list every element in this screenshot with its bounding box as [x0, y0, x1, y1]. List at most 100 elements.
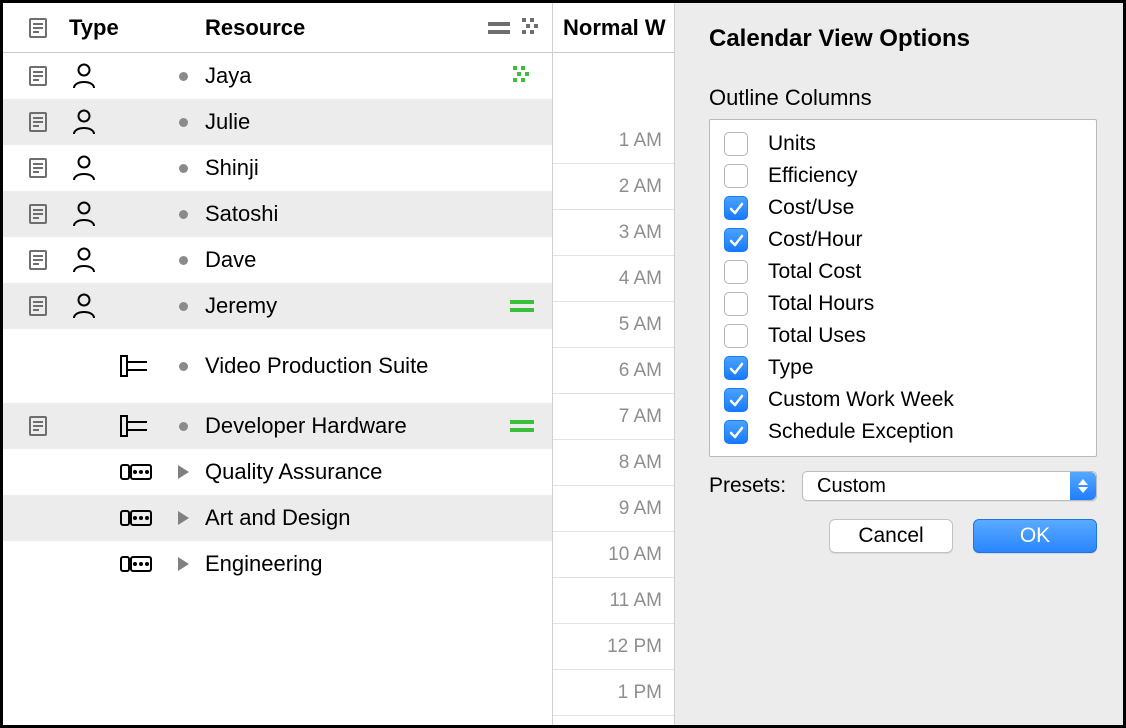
hour-label: 12 PM: [607, 636, 662, 658]
hour-label: 10 AM: [608, 544, 662, 566]
column-option[interactable]: Schedule Exception: [718, 416, 1088, 448]
hour-label: 11 AM: [610, 590, 662, 612]
checkbox[interactable]: [724, 292, 748, 316]
resource-name: Jaya: [205, 63, 502, 88]
hour-label: 6 AM: [619, 360, 662, 382]
column-option[interactable]: Total Hours: [718, 288, 1088, 320]
doc-column-icon[interactable]: [13, 17, 63, 39]
column-option[interactable]: Total Uses: [718, 320, 1088, 352]
resource-row[interactable]: Satoshi: [3, 191, 552, 237]
disclosure-icon[interactable]: [161, 465, 205, 479]
bullet-icon: [161, 118, 205, 127]
resource-row[interactable]: Video Production Suite: [3, 329, 552, 403]
person-icon: [63, 200, 161, 228]
resource-row[interactable]: Jaya: [3, 53, 552, 99]
hour-label: 4 AM: [619, 268, 662, 290]
doc-icon: [13, 249, 63, 271]
resource-name: Dave: [205, 247, 502, 272]
resource-row[interactable]: Engineering: [3, 541, 552, 587]
option-label: Custom Work Week: [768, 388, 954, 412]
app-frame: Type Resource Jaya Julie Shinji Satoshi Dave…: [0, 0, 1126, 728]
column-option[interactable]: Custom Work Week: [718, 384, 1088, 416]
type-column-header[interactable]: Type: [63, 15, 161, 41]
group-icon: [63, 552, 161, 576]
option-label: Cost/Hour: [768, 228, 863, 252]
column-option[interactable]: Efficiency: [718, 160, 1088, 192]
option-label: Units: [768, 132, 816, 156]
group-icon: [63, 460, 161, 484]
hash-icon[interactable]: [520, 18, 542, 38]
disclosure-icon[interactable]: [161, 511, 205, 525]
bullet-icon: [161, 422, 205, 431]
checkbox[interactable]: [724, 356, 748, 380]
outline-rows: Jaya Julie Shinji Satoshi Dave Jeremy Video Pr…: [3, 53, 552, 725]
checkbox[interactable]: [724, 132, 748, 156]
resource-row[interactable]: Art and Design: [3, 495, 552, 541]
doc-icon: [13, 65, 63, 87]
doc-icon: [13, 203, 63, 225]
column-option[interactable]: Type: [718, 352, 1088, 384]
resource-row[interactable]: Dave: [3, 237, 552, 283]
doc-icon: [13, 111, 63, 133]
ok-button-label: OK: [1020, 524, 1050, 548]
bullet-icon: [161, 362, 205, 371]
hour-label: 9 AM: [619, 498, 662, 520]
select-arrows-icon: [1070, 472, 1096, 500]
bars-green: [502, 299, 542, 313]
hash-green: [502, 66, 542, 86]
hour-label: 2 AM: [619, 176, 662, 198]
resource-row[interactable]: Shinji: [3, 145, 552, 191]
resource-name: Video Production Suite: [205, 353, 502, 378]
hour-label: 7 AM: [619, 406, 662, 428]
resource-name: Developer Hardware: [205, 413, 502, 438]
dialog-title: Calendar View Options: [709, 25, 1097, 53]
ok-button[interactable]: OK: [973, 519, 1097, 553]
bullet-icon: [161, 256, 205, 265]
presets-select[interactable]: Custom: [802, 471, 1097, 501]
column-option[interactable]: Total Cost: [718, 256, 1088, 288]
checkbox[interactable]: [724, 228, 748, 252]
person-icon: [63, 154, 161, 182]
bars-green: [502, 419, 542, 433]
resource-name: Jeremy: [205, 293, 502, 318]
resource-row[interactable]: Quality Assurance: [3, 449, 552, 495]
resource-column-header[interactable]: Resource: [161, 15, 460, 41]
resource-row[interactable]: Developer Hardware: [3, 403, 552, 449]
option-label: Total Cost: [768, 260, 861, 284]
disclosure-icon[interactable]: [161, 557, 205, 571]
presets-row: Presets: Custom: [709, 471, 1097, 501]
hour-label: 1 AM: [619, 130, 662, 152]
equipment-icon: [63, 354, 161, 378]
doc-icon: [13, 295, 63, 317]
column-option[interactable]: Units: [718, 128, 1088, 160]
hour-label: 8 AM: [619, 452, 662, 474]
hour-label: 5 AM: [619, 314, 662, 336]
resource-row[interactable]: Jeremy: [3, 283, 552, 329]
column-option[interactable]: Cost/Hour: [718, 224, 1088, 256]
checkbox[interactable]: [724, 388, 748, 412]
person-icon: [63, 62, 161, 90]
resource-name: Quality Assurance: [205, 459, 502, 484]
resource-name: Julie: [205, 109, 502, 134]
outline-header: Type Resource: [3, 3, 552, 53]
option-label: Schedule Exception: [768, 420, 954, 444]
checkbox[interactable]: [724, 164, 748, 188]
timeline-header[interactable]: Normal W: [553, 3, 674, 53]
bars-icon[interactable]: [488, 21, 510, 35]
outline-columns-label: Outline Columns: [709, 85, 1097, 111]
bullet-icon: [161, 164, 205, 173]
person-icon: [63, 246, 161, 274]
resource-name: Satoshi: [205, 201, 502, 226]
checkbox[interactable]: [724, 420, 748, 444]
checkbox[interactable]: [724, 324, 748, 348]
dialog-buttons: Cancel OK: [709, 519, 1097, 553]
cancel-button[interactable]: Cancel: [829, 519, 953, 553]
bullet-icon: [161, 210, 205, 219]
resource-name: Engineering: [205, 551, 502, 576]
checkbox[interactable]: [724, 196, 748, 220]
checkbox[interactable]: [724, 260, 748, 284]
column-option[interactable]: Cost/Use: [718, 192, 1088, 224]
option-label: Total Hours: [768, 292, 874, 316]
outline-columns-list: Units EfficiencyCost/Use Cost/Hour Total Co…: [709, 119, 1097, 457]
resource-row[interactable]: Julie: [3, 99, 552, 145]
